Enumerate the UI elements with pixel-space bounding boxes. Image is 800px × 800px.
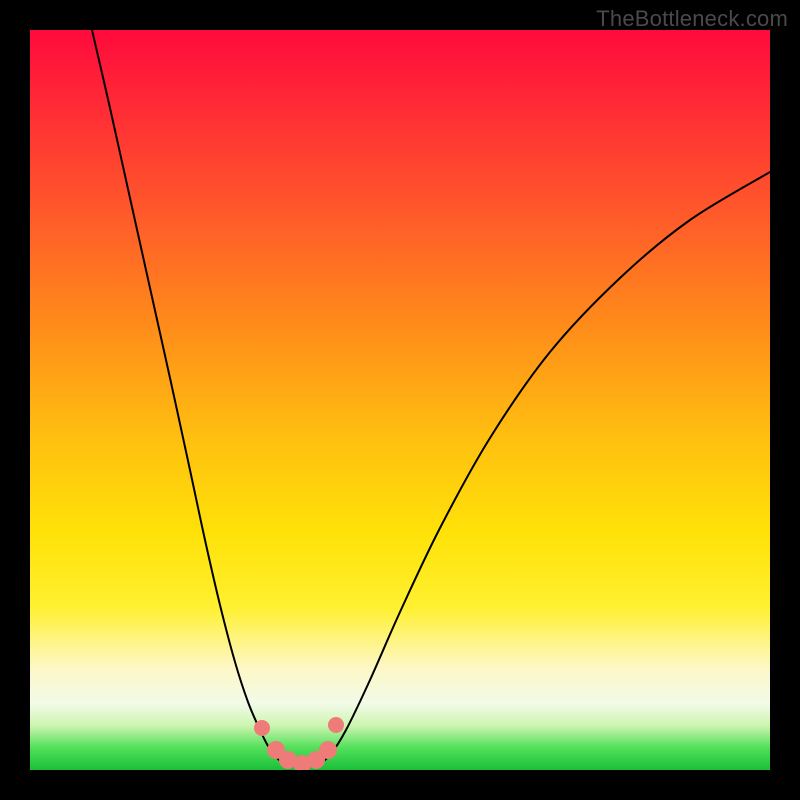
chart-frame: TheBottleneck.com: [0, 0, 800, 800]
valley-marker: [254, 720, 270, 736]
valley-marker: [328, 717, 344, 733]
bottleneck-curve: [30, 30, 770, 770]
valley-marker: [319, 741, 337, 759]
watermark-text: TheBottleneck.com: [596, 6, 788, 32]
curve-path: [92, 30, 770, 767]
plot-area: [30, 30, 770, 770]
